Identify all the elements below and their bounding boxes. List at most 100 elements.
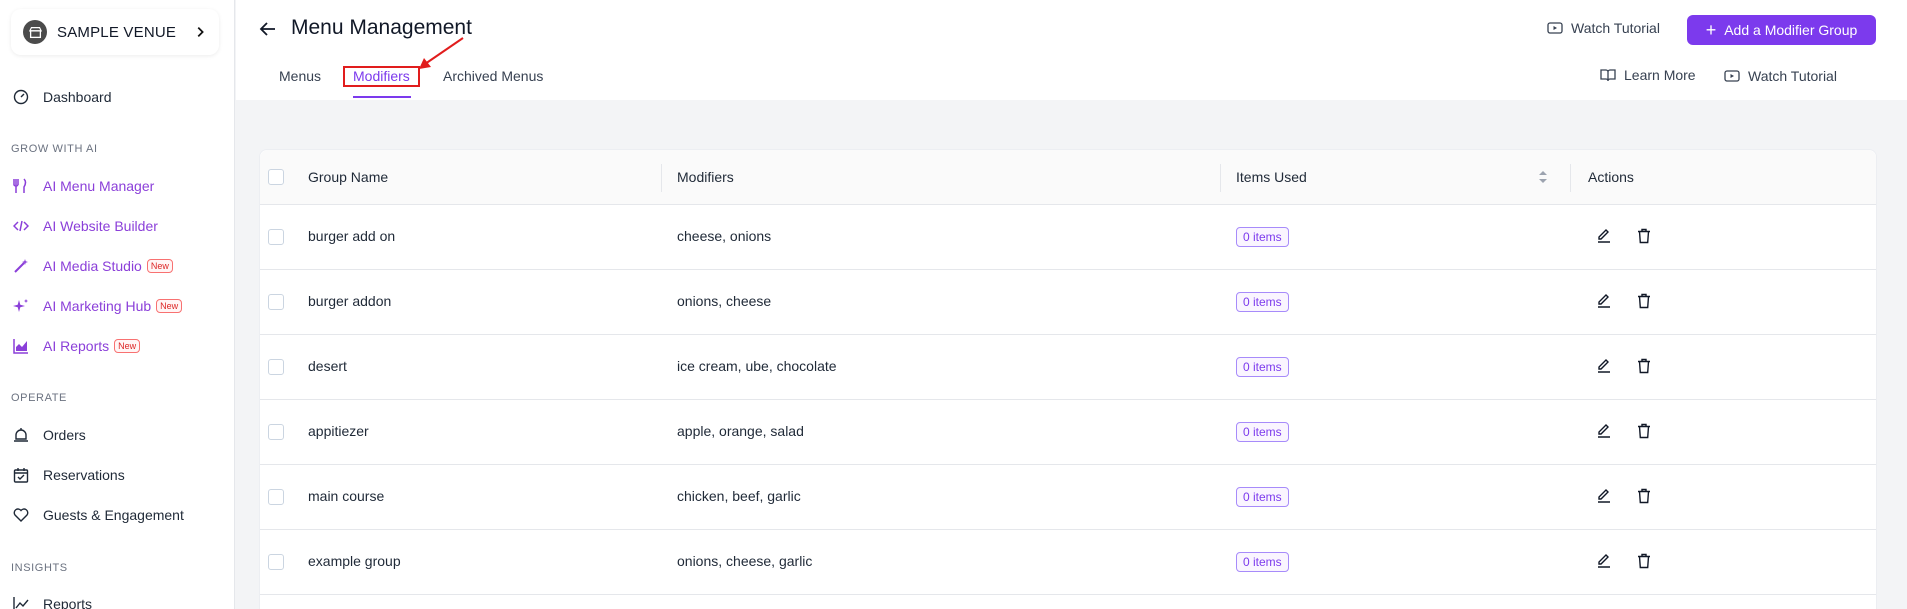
section-label-insights: INSIGHTS xyxy=(11,562,68,574)
table-row[interactable]: desert ice cream, ube, chocolate 0 items xyxy=(260,335,1876,400)
sidebar-item-reservations[interactable]: Reservations xyxy=(12,463,125,487)
sidebar-item-ai-menu-manager[interactable]: AI Menu Manager xyxy=(12,174,154,198)
sidebar-item-reports[interactable]: Reports xyxy=(12,592,92,609)
table-row[interactable]: appitiezer apple, orange, salad 0 items xyxy=(260,400,1876,465)
magic-wand-icon xyxy=(12,257,30,275)
group-name: burger addon xyxy=(308,293,392,309)
row-checkbox[interactable] xyxy=(268,554,284,570)
sidebar-item-label: Reservations xyxy=(43,467,125,483)
watch-tutorial-tab-button[interactable]: Watch Tutorial xyxy=(1724,68,1837,84)
heart-icon xyxy=(12,506,30,524)
gauge-icon xyxy=(12,88,30,106)
edit-pencil-icon[interactable] xyxy=(1595,422,1613,440)
edit-pencil-icon[interactable] xyxy=(1595,357,1613,375)
select-all-checkbox[interactable] xyxy=(268,169,284,185)
modifier-groups-table: Group Name Modifiers Items Used Actions … xyxy=(259,149,1877,609)
table-row[interactable]: main course chicken, beef, garlic 0 item… xyxy=(260,465,1876,530)
sidebar-item-label: Guests & Engagement xyxy=(43,507,184,523)
trash-icon[interactable] xyxy=(1635,552,1653,570)
table-row[interactable]: burger addon onions, cheese 0 items xyxy=(260,270,1876,335)
row-checkbox[interactable] xyxy=(268,229,284,245)
modifiers-list: cheese, onions xyxy=(677,228,772,244)
watch-tutorial-label: Watch Tutorial xyxy=(1571,20,1660,36)
annotation-arrow-icon xyxy=(419,37,464,69)
row-checkbox[interactable] xyxy=(268,294,284,310)
sidebar-item-orders[interactable]: Orders xyxy=(12,423,86,447)
edit-pencil-icon[interactable] xyxy=(1595,292,1613,310)
sidebar-item-ai-marketing-hub[interactable]: AI Marketing Hub New xyxy=(12,294,183,318)
video-play-icon xyxy=(1547,22,1563,34)
sidebar-item-label: Dashboard xyxy=(43,89,112,105)
section-label-operate: OPERATE xyxy=(11,392,67,404)
active-tab-indicator xyxy=(353,96,411,98)
watch-tutorial-button[interactable]: Watch Tutorial xyxy=(1547,20,1660,36)
back-arrow-icon[interactable] xyxy=(259,20,277,38)
tab-menus[interactable]: Menus xyxy=(279,68,321,84)
learn-more-label: Learn More xyxy=(1624,67,1696,83)
column-header-group-name: Group Name xyxy=(308,169,389,185)
sort-icon[interactable] xyxy=(1538,169,1548,185)
table-header: Group Name Modifiers Items Used Actions xyxy=(260,150,1876,205)
modifiers-list: chicken, beef, garlic xyxy=(677,488,801,504)
sidebar-item-label: AI Media Studio xyxy=(43,258,142,274)
sidebar: SAMPLE VENUE Dashboard GROW WITH AI AI M… xyxy=(0,0,235,609)
modifiers-list: onions, cheese xyxy=(677,293,772,309)
edit-pencil-icon[interactable] xyxy=(1595,487,1613,505)
utensils-icon xyxy=(12,177,30,195)
trash-icon[interactable] xyxy=(1635,357,1653,375)
modifiers-list: ice cream, ube, chocolate xyxy=(677,358,837,374)
sidebar-item-guests[interactable]: Guests & Engagement xyxy=(12,503,184,527)
column-header-actions: Actions xyxy=(1588,169,1634,185)
modifiers-list: apple, orange, salad xyxy=(677,423,804,439)
group-name: desert xyxy=(308,358,347,374)
row-checkbox[interactable] xyxy=(268,424,284,440)
sidebar-item-label: AI Menu Manager xyxy=(43,178,155,194)
add-modifier-group-label: Add a Modifier Group xyxy=(1724,22,1858,38)
trash-icon[interactable] xyxy=(1635,487,1653,505)
sidebar-item-label: AI Marketing Hub xyxy=(43,298,152,314)
items-used-badge: 0 items xyxy=(1236,292,1289,312)
new-badge: New xyxy=(146,259,173,273)
edit-pencil-icon[interactable] xyxy=(1595,552,1613,570)
book-icon xyxy=(1600,69,1616,82)
calendar-check-icon xyxy=(12,466,30,484)
trash-icon[interactable] xyxy=(1635,292,1653,310)
row-checkbox[interactable] xyxy=(268,359,284,375)
add-modifier-group-button[interactable]: + Add a Modifier Group xyxy=(1687,15,1876,45)
line-chart-icon xyxy=(12,595,30,609)
alarm-bell-icon xyxy=(12,426,30,444)
watch-tutorial-label: Watch Tutorial xyxy=(1748,68,1837,84)
store-icon xyxy=(23,20,47,44)
items-used-badge: 0 items xyxy=(1236,227,1289,247)
table-row[interactable]: burger add on cheese, onions 0 items xyxy=(260,205,1876,270)
sidebar-item-label: AI Website Builder xyxy=(43,218,158,234)
items-used-badge: 0 items xyxy=(1236,357,1289,377)
code-icon xyxy=(12,217,30,235)
sidebar-item-ai-reports[interactable]: AI Reports New xyxy=(12,334,141,358)
venue-selector[interactable]: SAMPLE VENUE xyxy=(11,9,219,55)
column-header-items-used[interactable]: Items Used xyxy=(1236,169,1307,185)
row-checkbox[interactable] xyxy=(268,489,284,505)
sidebar-item-label: AI Reports xyxy=(43,338,110,354)
sidebar-item-ai-website-builder[interactable]: AI Website Builder xyxy=(12,214,158,238)
venue-name: SAMPLE VENUE xyxy=(57,23,177,41)
sidebar-item-dashboard[interactable]: Dashboard xyxy=(12,85,112,109)
trash-icon[interactable] xyxy=(1635,422,1653,440)
chevron-right-icon xyxy=(197,27,204,37)
annotation-highlight-box xyxy=(343,66,420,87)
page-header xyxy=(236,0,1907,100)
edit-pencil-icon[interactable] xyxy=(1595,227,1613,245)
section-label-grow: GROW WITH AI xyxy=(11,143,98,155)
sparkles-icon xyxy=(12,297,30,315)
column-divider xyxy=(1220,164,1221,192)
area-chart-icon xyxy=(12,337,30,355)
trash-icon[interactable] xyxy=(1635,227,1653,245)
group-name: appitiezer xyxy=(308,423,369,439)
sidebar-item-ai-media-studio[interactable]: AI Media Studio New xyxy=(12,254,173,278)
plus-icon: + xyxy=(1705,20,1717,40)
group-name: example group xyxy=(308,553,401,569)
table-row[interactable]: example group onions, cheese, garlic 0 i… xyxy=(260,530,1876,595)
sidebar-item-label: Orders xyxy=(43,427,86,443)
group-name: burger add on xyxy=(308,228,396,244)
learn-more-button[interactable]: Learn More xyxy=(1600,67,1696,83)
